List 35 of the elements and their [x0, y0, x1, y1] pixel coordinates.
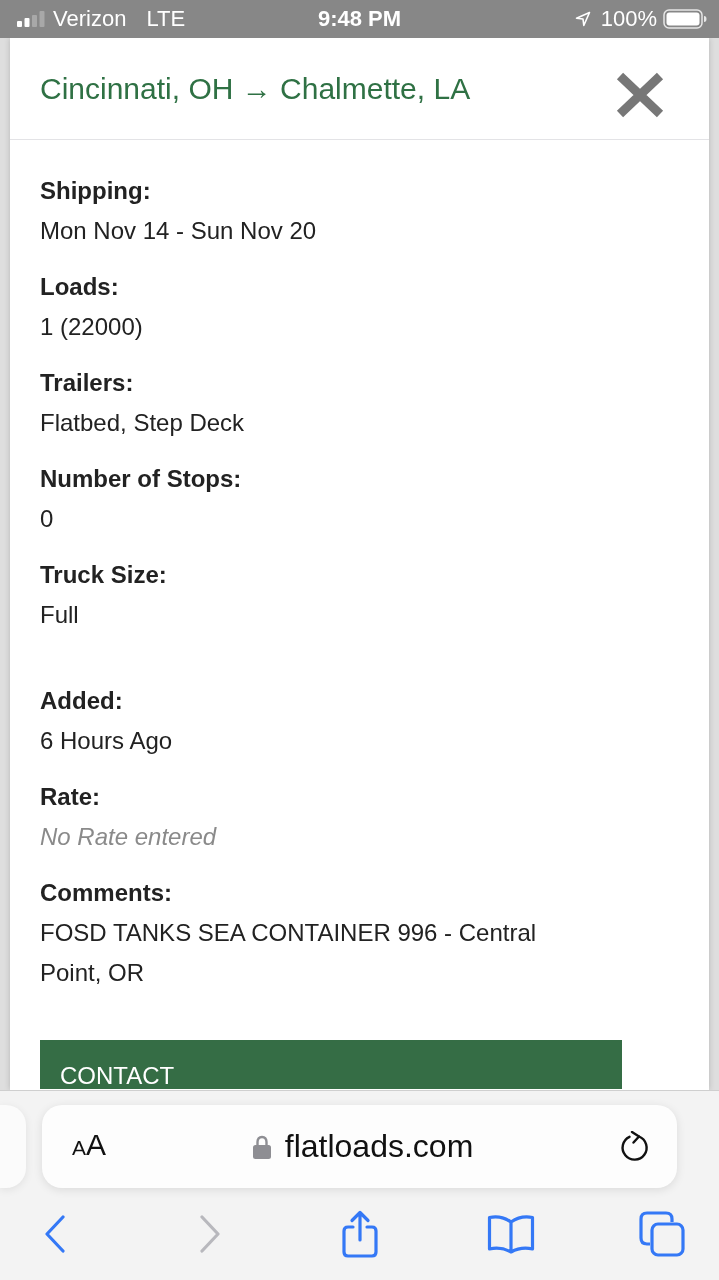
field-value: Flatbed, Step Deck [40, 408, 246, 438]
status-time: 9:48 PM [317, 6, 402, 32]
location-arrow-icon [574, 11, 591, 27]
battery-percent: 100% [600, 6, 657, 32]
field-label: Shipping: [40, 176, 151, 206]
route-title: Cincinnati, OH → Chalmette, LA [40, 71, 471, 106]
open-book-icon[interactable] [487, 1213, 535, 1254]
url-text: flatloads.com [284, 1128, 474, 1165]
text-size-button[interactable]: AA [72, 1128, 107, 1165]
field-value: Mon Nov 14 - Sun Nov 20 [40, 216, 318, 246]
lock-icon [252, 1134, 271, 1159]
field-label: Number of Stops: [40, 464, 242, 494]
field-value: Full [40, 600, 80, 630]
no-value-note: No Rate entered [40, 822, 218, 852]
field-value: 6 Hours Ago [40, 726, 174, 756]
field-label: Loads: [40, 272, 119, 302]
field-value: FOSD TANKS SEA CONTAINER 996 - Central Point, OR [40, 918, 538, 988]
field-label: Comments: [40, 878, 172, 908]
contact-button[interactable]: CONTACT [40, 1040, 622, 1089]
signal-icon [17, 11, 45, 27]
chevron-left-icon[interactable] [44, 1214, 66, 1253]
field-label: Truck Size: [40, 560, 167, 590]
overlapping-squares-icon[interactable] [639, 1210, 685, 1257]
field-label: Added: [40, 686, 123, 716]
battery-icon [663, 9, 707, 29]
field-label: Rate: [40, 782, 100, 812]
close-icon[interactable] [616, 71, 664, 118]
field-value: 1 (22000) [40, 312, 144, 342]
address-bar[interactable]: AA flatloads.com [42, 1105, 677, 1188]
field-label: Trailers: [40, 368, 134, 398]
reload-icon[interactable] [620, 1130, 650, 1163]
share-icon[interactable] [341, 1209, 379, 1258]
network-type: LTE [146, 6, 186, 32]
field-value: 0 [40, 504, 55, 534]
carrier-name: Verizon [53, 6, 127, 32]
